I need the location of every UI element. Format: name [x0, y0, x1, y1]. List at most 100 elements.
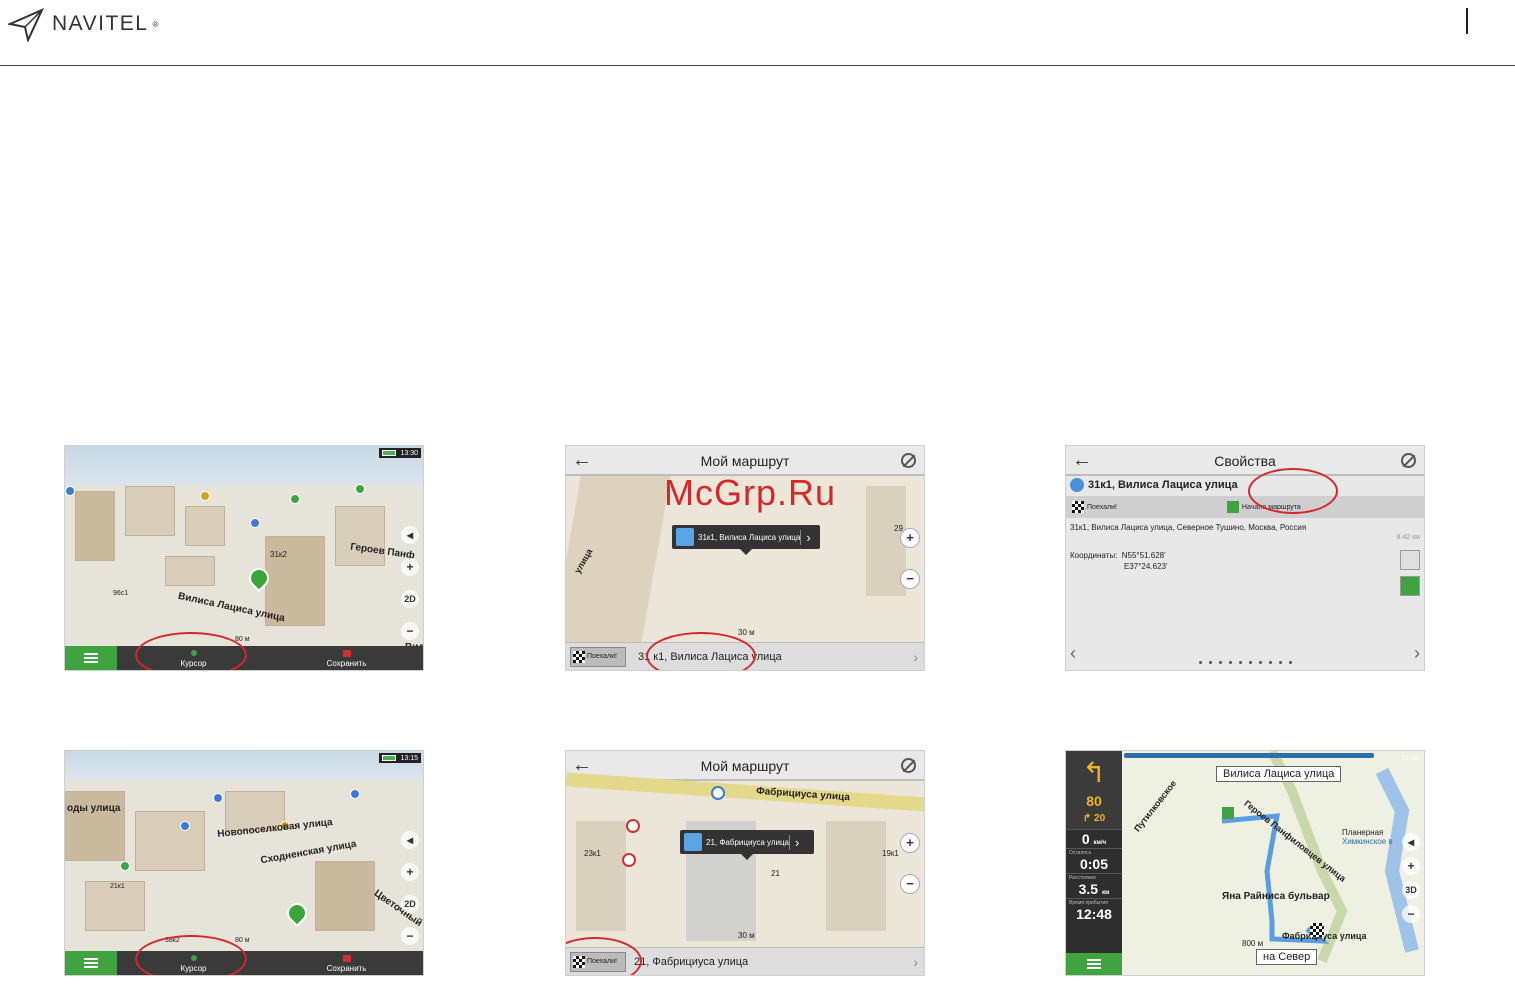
map-bottom-bar: Курсор Сохранить — [65, 646, 423, 670]
map-view[interactable]: улица 29 30 м — [566, 476, 924, 644]
zoom-in-button[interactable]: + — [401, 558, 419, 576]
address-bubble[interactable]: 31к1, Вилиса Лациса улица › — [672, 525, 820, 549]
top-bar: ← Мой маршрут — [566, 446, 924, 476]
poi-icon — [355, 484, 365, 494]
home-icon — [676, 528, 694, 546]
menu-button[interactable] — [1066, 953, 1122, 975]
2d-mode-button[interactable]: 2D — [401, 895, 419, 913]
navitel-logo-icon — [8, 8, 44, 42]
zoom-out-button[interactable]: − — [900, 874, 920, 894]
north-button[interactable]: на Север — [1256, 949, 1318, 965]
zoom-in-button[interactable]: + — [401, 863, 419, 881]
zoom-in-button[interactable]: + — [1402, 857, 1420, 875]
cursor-icon — [190, 650, 197, 656]
menu-button[interactable] — [65, 646, 117, 670]
menu-icon — [84, 958, 98, 968]
route-bar: Поехали! 31 к1, Вилиса Лациса улица › — [566, 642, 924, 670]
poi-icon — [626, 819, 640, 833]
address-bubble[interactable]: 21, Фабрициуса улица › — [680, 830, 814, 854]
2d-mode-button[interactable]: 2D — [401, 590, 419, 608]
zoom-out-button[interactable]: − — [1402, 905, 1420, 923]
route-progress-bar — [1124, 753, 1374, 758]
turn-left-icon: ↰ — [1066, 751, 1122, 793]
cursor-icon — [190, 955, 197, 961]
3d-mode-button[interactable]: 3D — [1402, 881, 1420, 899]
volume-icon[interactable]: ◂ — [401, 831, 419, 849]
distance: 8.42 км — [1396, 534, 1420, 541]
poi-icon — [200, 491, 210, 501]
map-scale: 80 м — [235, 636, 250, 643]
cancel-route-icon[interactable] — [1401, 453, 1416, 468]
zoom-out-button[interactable]: − — [401, 622, 419, 640]
volume-icon[interactable]: ◂ — [401, 526, 419, 544]
save-poi-icon[interactable] — [1400, 550, 1420, 570]
chevron-right-icon[interactable]: › — [913, 649, 918, 665]
poi-icon — [120, 861, 130, 871]
screenshot-map-cursor-2: 13:15 оды улица Новопоселковая улица Схо… — [64, 750, 424, 976]
poi-icon — [180, 821, 190, 831]
street-label: Фабрициуса улица — [1282, 931, 1367, 941]
page-marker — [1466, 8, 1468, 34]
finish-flag-icon — [1310, 923, 1324, 937]
building-label: 21 — [771, 869, 780, 878]
page-indicator — [1066, 661, 1424, 664]
home-icon — [1070, 478, 1084, 492]
manual-page: NAVITEL ® McGrp.Ru 13:30 Героев Панф Вили… — [0, 0, 1515, 985]
screenshot-my-route-1: ← Мой маршрут улица 29 30 м 31к1, Вилиса… — [565, 445, 925, 671]
cursor-button[interactable]: Курсор — [117, 646, 270, 670]
start-route-button[interactable]: Начало маршрута — [1226, 501, 1301, 513]
go-button[interactable]: Поехали! — [570, 951, 626, 972]
status-bar: 13:15 — [379, 753, 421, 763]
full-address: 31к1, Вилиса Лациса улица, Северное Туши… — [1070, 523, 1307, 532]
screen-title: Мой маршрут — [700, 453, 790, 469]
clock: 12:43 — [1401, 754, 1419, 762]
top-bar: ← Свойства — [1066, 446, 1424, 476]
checkered-flag-icon — [573, 650, 585, 663]
cursor-button[interactable]: Курсор — [117, 951, 270, 975]
go-button[interactable]: Поехали! — [570, 646, 626, 667]
menu-button[interactable] — [65, 951, 117, 975]
poi-icon — [350, 789, 360, 799]
building-label: 19к1 — [882, 849, 899, 858]
map-scale: 30 м — [738, 931, 755, 940]
menu-icon — [1087, 959, 1101, 969]
registered-mark: ® — [152, 19, 159, 29]
distance-left: Расстояние 3.5 км — [1066, 873, 1122, 898]
water-label: Химкинское в — [1342, 837, 1393, 846]
chevron-right-icon[interactable]: › — [1414, 643, 1420, 664]
cancel-route-icon[interactable] — [901, 758, 916, 773]
cancel-route-icon[interactable] — [901, 453, 916, 468]
send-message-icon[interactable] — [1400, 576, 1420, 596]
building-label: 38к2 — [165, 937, 180, 944]
current-street: Вилиса Лациса улица — [1216, 766, 1342, 782]
flag-icon — [342, 955, 351, 962]
building-label: 31к2 — [270, 550, 287, 559]
place-name: 31к1, Вилиса Лациса улица — [1070, 478, 1238, 492]
zoom-in-button[interactable]: + — [900, 833, 920, 853]
map-scale: 30 м — [738, 628, 755, 637]
green-flag-icon — [1226, 501, 1239, 513]
speed-limit: 80 — [1066, 793, 1122, 813]
nav-info-panel: ↰ 80 ↱ 20 0 км/ч Осталось 0:05 Расстояние… — [1066, 751, 1122, 975]
current-speed: 0 км/ч — [1066, 829, 1122, 848]
screenshot-navigation: Путилковское Героев Панфиловцев улица Ян… — [1065, 750, 1425, 976]
screenshot-properties: ← Свойства 31к1, Вилиса Лациса улица Пое… — [1065, 445, 1425, 671]
poi-icon — [65, 486, 75, 496]
save-button[interactable]: Сохранить — [270, 646, 423, 670]
map-bottom-bar: Курсор Сохранить — [65, 951, 423, 975]
map-view[interactable]: Фабрициуса улица 23к1 19к1 21 30 м — [566, 772, 924, 949]
chevron-right-icon[interactable]: › — [913, 954, 918, 970]
page-header: NAVITEL ® — [0, 0, 1515, 66]
zoom-in-button[interactable]: + — [900, 528, 920, 548]
zoom-out-button[interactable]: − — [401, 927, 419, 945]
building-label: 23к1 — [584, 849, 601, 858]
metro-label: Планерная — [1342, 828, 1384, 837]
volume-icon[interactable]: ◂ — [1402, 833, 1420, 851]
map-view[interactable]: Путилковское Героев Панфиловцев улица Ян… — [1122, 751, 1424, 975]
screen-title: Свойства — [1214, 453, 1276, 469]
save-button[interactable]: Сохранить — [270, 951, 423, 975]
time-left: Осталось 0:05 — [1066, 848, 1122, 873]
arrival-time: Время прибытия 12:48 — [1066, 898, 1122, 923]
go-button[interactable]: Поехали! — [1072, 501, 1117, 513]
zoom-out-button[interactable]: − — [900, 569, 920, 589]
